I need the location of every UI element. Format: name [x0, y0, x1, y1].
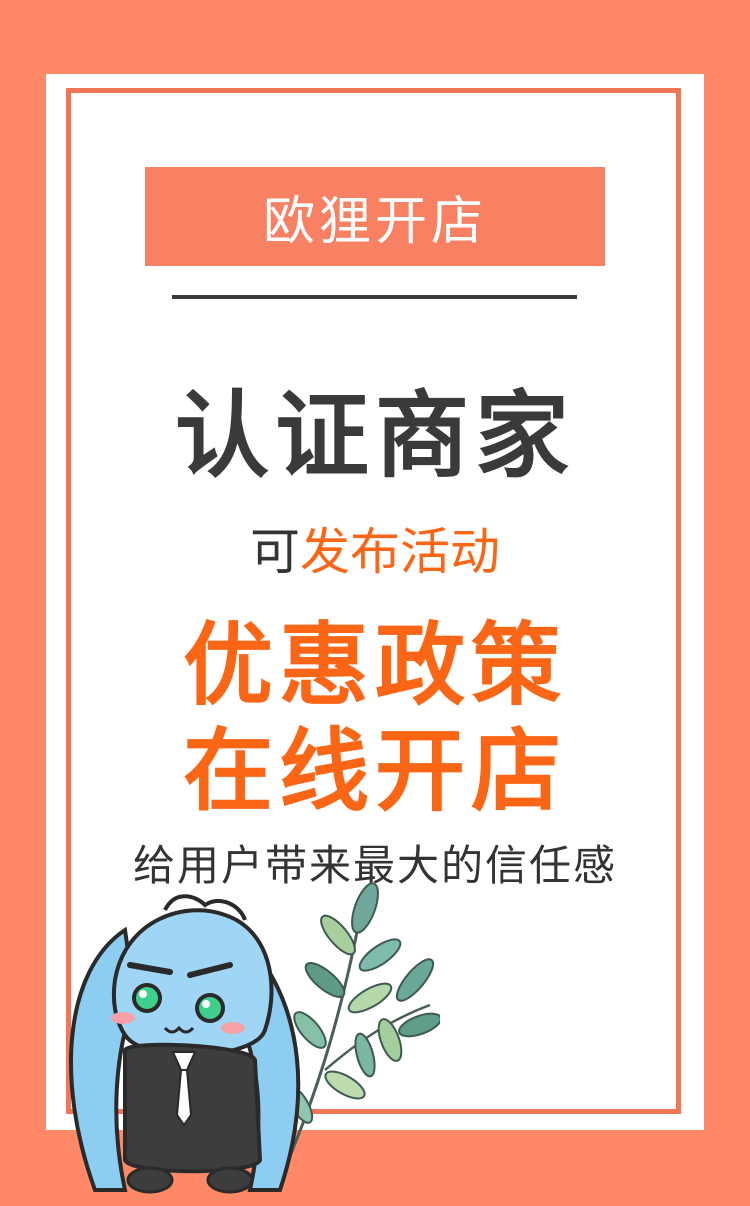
subline: 可发布活动: [0, 520, 750, 584]
divider-line: [172, 295, 577, 299]
subline-highlight: 发布活动: [300, 523, 500, 581]
title-badge: 欧狸开店: [145, 167, 605, 266]
online-shop-line: 在线开店: [183, 719, 567, 824]
policy-line: 优惠政策: [183, 613, 567, 718]
mascot-character-icon: [69, 894, 301, 1194]
subline-prefix: 可: [250, 523, 300, 581]
title-badge-text: 欧狸开店: [262, 192, 487, 252]
headline: 认证商家: [174, 382, 575, 491]
